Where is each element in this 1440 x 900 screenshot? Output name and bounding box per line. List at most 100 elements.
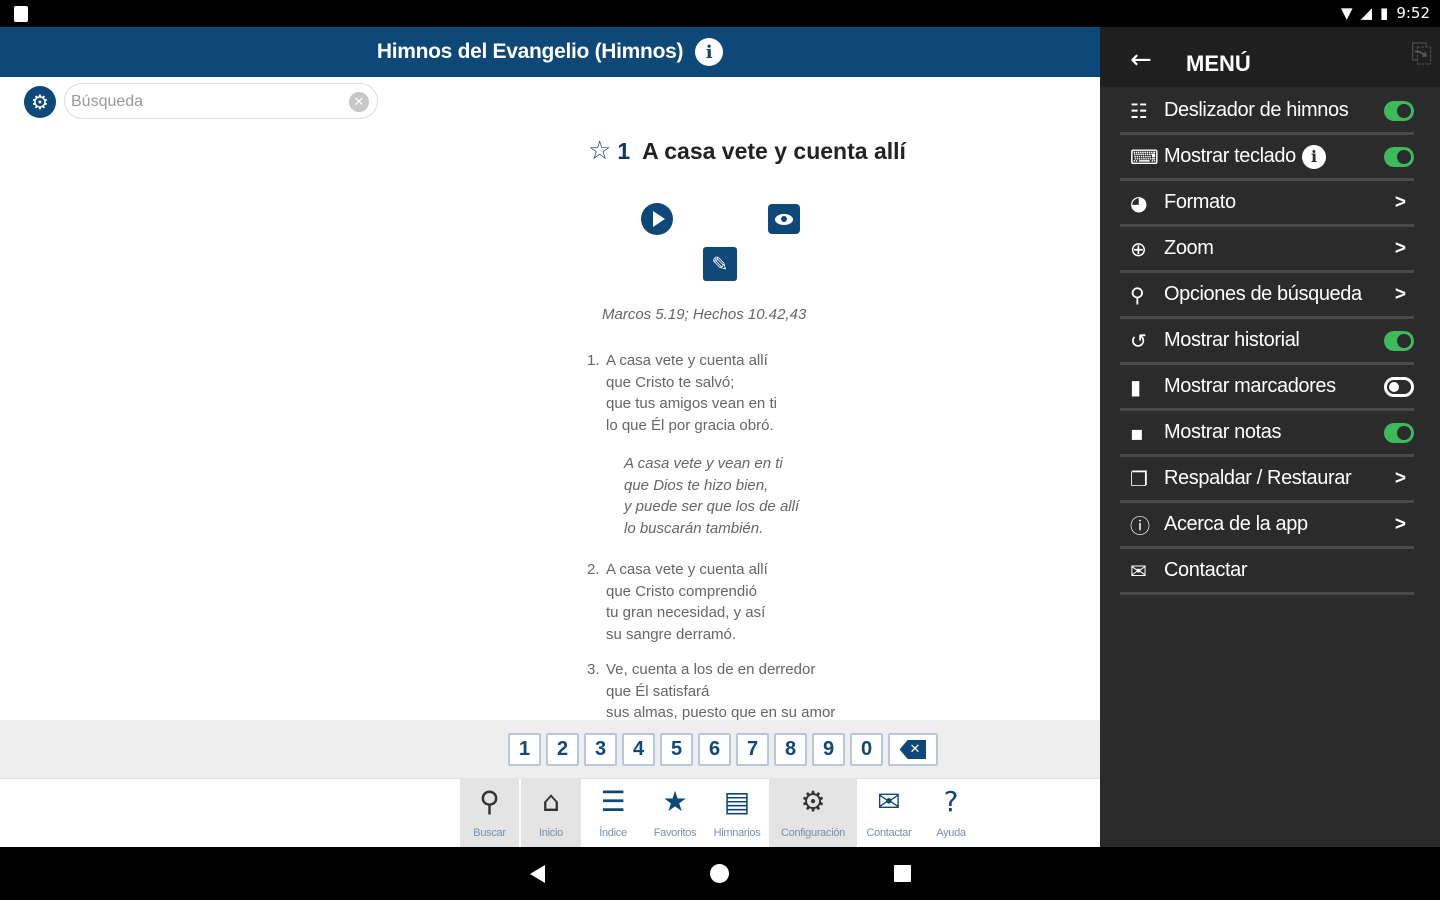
clock: 9:52: [1396, 4, 1430, 22]
key-5[interactable]: 5: [660, 733, 693, 766]
verse-line: que Cristo comprendió: [606, 582, 757, 600]
toggle-switch[interactable]: [1384, 376, 1414, 397]
menu-item-notas[interactable]: ▪ Mostrar notas: [1120, 411, 1414, 457]
tab-label: Favoritos: [653, 827, 697, 839]
tab-label: Contactar: [866, 827, 912, 839]
menu-item-contactar[interactable]: ✉ Contactar: [1120, 549, 1414, 595]
menu-item-label: Mostrar marcadores: [1164, 375, 1336, 397]
back-nav-icon[interactable]: [530, 865, 545, 883]
history-icon: ↺: [1130, 328, 1147, 353]
eye-icon: [775, 213, 793, 225]
tab-label: Inicio: [539, 827, 563, 839]
bottom-tab-bar: ⚲ Buscar ⌂ Inicio ☰ Índice ★ Favoritos ▤…: [0, 778, 1100, 848]
clear-search-icon[interactable]: ✕: [349, 92, 369, 112]
key-6[interactable]: 6: [698, 733, 731, 766]
info-icon[interactable]: i: [695, 38, 724, 66]
tab-label: Ayuda: [936, 827, 966, 839]
tab-indice[interactable]: ☰ Índice: [583, 779, 643, 848]
list-icon: ☰: [600, 784, 626, 818]
verse-2: 2. A casa vete y cuenta allí que Cristo …: [587, 559, 768, 645]
star-icon: ★: [662, 784, 688, 818]
verse-line: lo que Él por gracia obró.: [606, 416, 774, 434]
verse-number: 2.: [587, 561, 600, 578]
view-button[interactable]: [768, 204, 800, 234]
menu-item-acerca[interactable]: ⓘ Acerca de la app >: [1120, 503, 1414, 549]
toggle-switch[interactable]: [1384, 100, 1414, 121]
key-0[interactable]: 0: [850, 733, 883, 766]
menu-item-label: Mostrar notas: [1164, 421, 1282, 443]
chevron-right-icon: >: [1394, 191, 1406, 213]
home-nav-icon[interactable]: [710, 864, 729, 883]
tab-label: Índice: [599, 827, 627, 839]
chevron-right-icon: >: [1394, 237, 1406, 259]
menu-item-respaldar[interactable]: ❐ Respaldar / Restaurar >: [1120, 457, 1414, 503]
tab-ayuda[interactable]: ? Ayuda: [921, 779, 981, 848]
home-icon: ⌂: [542, 784, 560, 818]
key-4[interactable]: 4: [622, 733, 655, 766]
info-icon[interactable]: i: [1301, 144, 1326, 169]
tab-configuracion[interactable]: ⚙ Configuración: [769, 779, 857, 848]
verse-line: A casa vete y cuenta allí: [606, 352, 768, 369]
info-icon: ⓘ: [1130, 514, 1150, 538]
key-1[interactable]: 1: [508, 733, 541, 766]
toggle-switch[interactable]: [1384, 330, 1414, 351]
tab-favoritos[interactable]: ★ Favoritos: [645, 779, 705, 848]
recents-nav-icon[interactable]: [894, 865, 911, 882]
toggle-switch[interactable]: [1384, 422, 1414, 443]
key-3[interactable]: 3: [584, 733, 617, 766]
search-box: ✕: [64, 83, 378, 119]
play-icon: [652, 211, 665, 227]
key-2[interactable]: 2: [546, 733, 579, 766]
menu-item-deslizador[interactable]: ☷ Deslizador de himnos: [1120, 89, 1414, 135]
chevron-right-icon: >: [1394, 513, 1406, 535]
chorus-line: A casa vete y vean en ti: [624, 455, 783, 472]
tab-buscar[interactable]: ⚲ Buscar: [460, 779, 519, 848]
favorite-star-icon[interactable]: ☆: [588, 136, 611, 166]
verse-line: Ve, cuenta a los de en derredor: [606, 661, 816, 678]
tab-inicio[interactable]: ⌂ Inicio: [521, 779, 581, 848]
main-content: ⚙ ✕ ☆ 1 A casa vete y cuenta allí ✎ Marc…: [0, 77, 1100, 720]
verse-line: que Él satisfará: [606, 682, 710, 700]
verse-3: 3. Ve, cuenta a los de en derredor que É…: [587, 659, 835, 720]
hymn-number: 1: [617, 137, 631, 164]
menu-item-formato[interactable]: ◕ Formato >: [1120, 181, 1414, 227]
key-7[interactable]: 7: [736, 733, 769, 766]
pencil-icon: ✎: [711, 252, 729, 276]
verse-number: 3.: [587, 661, 600, 678]
backspace-icon: ✕: [899, 740, 927, 759]
chorus-line: que Dios te hizo bien,: [624, 476, 769, 494]
side-drawer-menu: ← MENÚ ⎘ ☷ Deslizador de himnos ⌨ Mostra…: [1100, 27, 1440, 847]
search-input[interactable]: [71, 90, 341, 114]
menu-item-label: Mostrar teclado: [1164, 145, 1296, 167]
search-settings-gear-icon[interactable]: ⚙: [24, 86, 56, 118]
chorus-line: lo buscarán también.: [624, 519, 764, 537]
menu-item-label: Zoom: [1164, 237, 1214, 259]
tab-himnarios[interactable]: ▤ Himnarios: [707, 779, 767, 848]
menu-item-teclado[interactable]: ⌨ Mostrar teclado i: [1120, 135, 1414, 181]
menu-item-zoom[interactable]: ⊕ Zoom >: [1120, 227, 1414, 273]
back-arrow-icon[interactable]: ←: [1130, 47, 1152, 73]
backspace-key[interactable]: ✕: [888, 733, 938, 766]
menu-item-label: Respaldar / Restaurar: [1164, 467, 1352, 489]
number-keypad: 1 2 3 4 5 6 7 8 9 0 ✕: [0, 720, 1100, 778]
menu-item-opciones-busqueda[interactable]: ⚲ Opciones de búsqueda >: [1120, 273, 1414, 319]
menu-item-historial[interactable]: ↺ Mostrar historial: [1120, 319, 1414, 365]
hymn-name: A casa vete y cuenta allí: [642, 137, 906, 164]
chevron-right-icon: >: [1394, 283, 1406, 305]
play-button[interactable]: [641, 203, 673, 235]
toggle-switch[interactable]: [1384, 146, 1414, 167]
menu-item-marcadores[interactable]: ▮ Mostrar marcadores: [1120, 365, 1414, 411]
verse-line: que Cristo te salvó;: [606, 373, 735, 391]
drawer-header: ← MENÚ ⎘: [1100, 27, 1440, 87]
status-bar: ▼ ◢ ▮ 9:52: [0, 0, 1440, 27]
zoom-icon: ⊕: [1130, 236, 1147, 261]
menu-item-label: Contactar: [1164, 559, 1248, 581]
key-8[interactable]: 8: [774, 733, 807, 766]
tab-contactar[interactable]: ✉ Contactar: [859, 779, 919, 848]
key-9[interactable]: 9: [812, 733, 845, 766]
edit-note-button[interactable]: ✎: [703, 247, 737, 281]
book-icon: ▤: [723, 784, 751, 818]
share-icon[interactable]: ⎘: [1411, 39, 1432, 70]
chevron-right-icon: >: [1394, 467, 1406, 489]
tab-label: Buscar: [473, 827, 506, 839]
